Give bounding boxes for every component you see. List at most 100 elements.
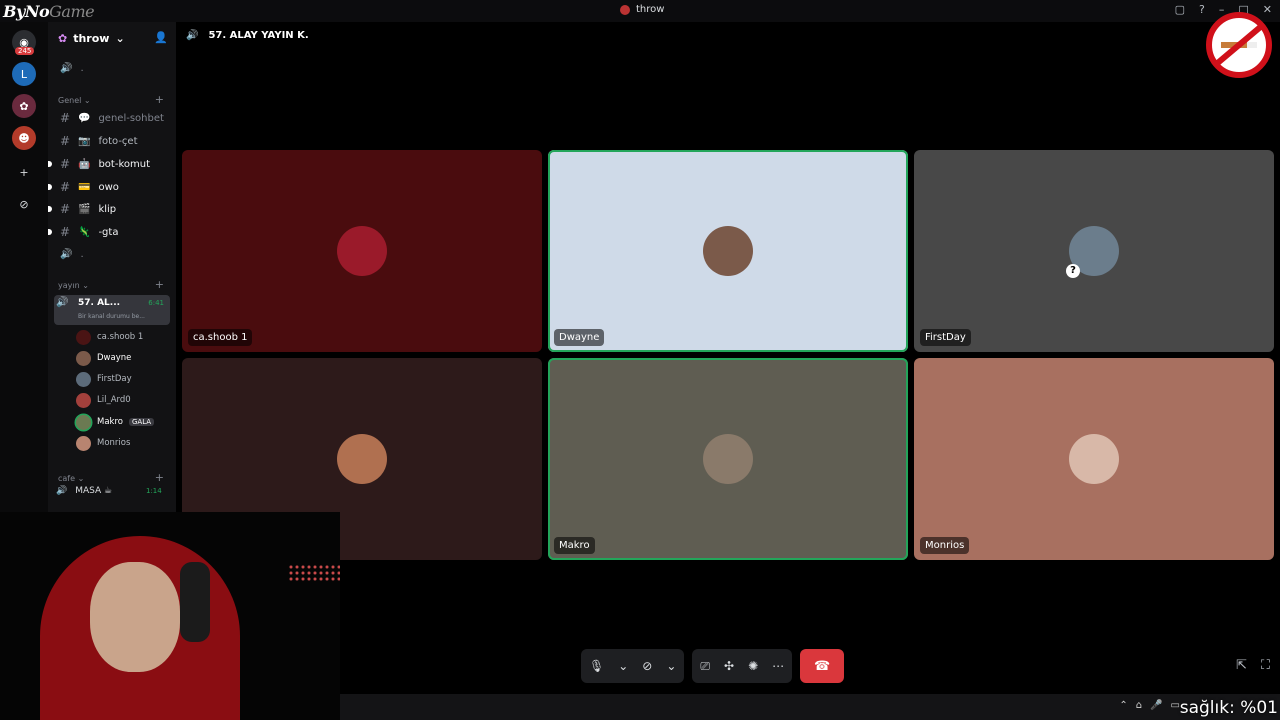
voice-channel[interactable]: 🔊.: [48, 58, 176, 78]
speaker-icon: 🔊: [56, 486, 68, 496]
add-channel-icon[interactable]: +: [155, 93, 164, 106]
avatar: [76, 350, 91, 366]
participant-name: FirstDay: [920, 329, 971, 346]
channel-item[interactable]: # 🦎 -gta: [48, 222, 176, 242]
channel-sidebar: ✿ throw ⌄ 👤 🔊. Genel ⌄ + # 💬 genel-sohbet #…: [48, 22, 176, 512]
minimize-button[interactable]: –: [1219, 3, 1225, 16]
server-header[interactable]: ✿ throw ⌄ 👤: [48, 22, 176, 54]
unread-indicator: [48, 206, 52, 212]
video-tile[interactable]: ? FirstDay: [914, 150, 1274, 352]
activities-icon[interactable]: ✣: [724, 659, 734, 673]
direct-messages-icon[interactable]: ◉ 245: [12, 30, 36, 55]
server-icon-throw[interactable]: ☻: [12, 126, 36, 150]
screen-share-icon[interactable]: ⎚: [700, 659, 710, 674]
title-bar: ByNoGame throw ▢ ? – □ ✕: [0, 0, 1280, 22]
webcam-face: [90, 562, 180, 672]
led-lights: [288, 564, 340, 582]
avatar: [337, 434, 387, 484]
view-controls: ⇱ ⛶: [1236, 658, 1270, 673]
unread-indicator: [48, 229, 52, 235]
camera-off-icon[interactable]: ⊘: [642, 659, 652, 673]
video-tile[interactable]: Monrios: [914, 358, 1274, 560]
channel-item[interactable]: # 💳 owo: [48, 177, 176, 197]
chevron-up-icon[interactable]: ⌃: [1119, 700, 1127, 711]
no-smoking-icon: [1206, 12, 1272, 78]
page-title: 57. ALAY YAYIN K.: [208, 30, 309, 41]
inbox-icon[interactable]: ▢: [1175, 3, 1185, 16]
system-tray: ⌃ ⌂ 🎤 ▭: [1119, 700, 1180, 711]
member-tag: GALA: [128, 418, 155, 426]
chevron-down-icon[interactable]: ⌄: [618, 659, 628, 673]
server-rail: ◉ 245 L ✿ ☻ + ⊘: [0, 22, 48, 512]
voice-member[interactable]: ca.shoob 1: [76, 327, 143, 347]
participant-name: Dwayne: [554, 329, 605, 346]
hash-icon: #: [60, 180, 71, 194]
category-genel[interactable]: Genel ⌄ +: [48, 90, 176, 110]
microphone-icon[interactable]: 🎤: [1150, 700, 1162, 711]
video-tile[interactable]: Makro: [548, 358, 908, 560]
microphone-icon[interactable]: 🎙: [589, 659, 604, 673]
add-channel-icon[interactable]: +: [155, 471, 164, 484]
soundboard-icon[interactable]: ✺: [748, 659, 758, 673]
disconnect-button[interactable]: ☎: [800, 649, 845, 683]
avatar: [703, 434, 753, 484]
window-controls: ▢ ? – □ ✕: [1175, 3, 1272, 16]
display-icon[interactable]: ▭: [1171, 700, 1180, 711]
participant-name: Makro: [554, 537, 595, 554]
avatar: [1069, 434, 1119, 484]
unread-indicator: [48, 161, 52, 167]
health-overlay: sağlık: %01: [1179, 698, 1278, 718]
channel-prefix: 💳: [78, 181, 91, 193]
voice-member[interactable]: Dwayne: [76, 348, 131, 368]
hash-icon: #: [60, 134, 71, 148]
avatar: [76, 392, 91, 408]
streamer-webcam: [0, 512, 340, 720]
participant-name: Monrios: [920, 537, 970, 554]
add-server-icon[interactable]: +: [12, 160, 36, 184]
voice-channel-masa[interactable]: 🔊 MASA ☕ 1:14: [56, 486, 162, 496]
server-name: throw: [73, 31, 110, 45]
voice-member[interactable]: FirstDay: [76, 369, 132, 389]
avatar: [703, 226, 753, 276]
hash-icon: #: [60, 225, 71, 239]
more-icon[interactable]: ⋯: [772, 659, 784, 673]
hash-icon: #: [60, 157, 71, 171]
channel-item[interactable]: # 💬 genel-sohbet: [48, 108, 176, 128]
voice-member[interactable]: Makro GALA: [76, 412, 155, 432]
headphones-icon: [180, 562, 210, 642]
category-cafe[interactable]: cafe ⌄ +: [48, 468, 176, 488]
add-channel-icon[interactable]: +: [155, 278, 164, 291]
category-yayin[interactable]: yayın ⌄ +: [48, 275, 176, 295]
invite-icon[interactable]: 👤: [154, 31, 168, 44]
active-voice-channel[interactable]: 🔊 57. AL... 6:41 Bir kanal durumu be...: [54, 295, 170, 325]
speaker-icon: 🔊: [60, 62, 73, 74]
video-tile[interactable]: ca.shoob 1: [182, 150, 542, 352]
unread-indicator: [48, 184, 52, 190]
server-icon[interactable]: L: [12, 62, 36, 86]
voice-channel[interactable]: 🔊.: [48, 244, 176, 264]
speaker-icon: 🔊: [60, 248, 73, 260]
voice-member[interactable]: Lil_Ard0: [76, 390, 131, 410]
speaker-icon: 🔊: [186, 30, 199, 41]
channel-item[interactable]: # 🤖 bot-komut: [48, 154, 176, 174]
avatar: [76, 329, 91, 345]
voice-member[interactable]: Monrios: [76, 433, 130, 453]
channel-prefix: 📷: [78, 135, 91, 147]
channel-prefix: 🤖: [78, 158, 91, 170]
speaker-icon: 🔊: [56, 297, 69, 308]
popout-icon[interactable]: ⇱: [1236, 658, 1247, 673]
server-icon[interactable]: ✿: [12, 94, 36, 118]
avatar: [76, 435, 91, 451]
taskbar: ⌃ ⌂ 🎤 ▭: [340, 694, 1280, 720]
call-controls: 🎙 ⌄ ⊘ ⌄ ⎚ ✣ ✺ ⋯ ☎: [581, 649, 845, 683]
channel-item[interactable]: # 🎬 klip: [48, 199, 176, 219]
participant-name: ca.shoob 1: [188, 329, 253, 346]
help-icon[interactable]: ?: [1199, 3, 1205, 16]
discover-icon[interactable]: ⊘: [12, 192, 36, 216]
video-tile[interactable]: Dwayne: [548, 150, 908, 352]
close-button[interactable]: ✕: [1263, 3, 1272, 16]
network-icon[interactable]: ⌂: [1136, 700, 1142, 711]
channel-item[interactable]: # 📷 foto-çet: [48, 131, 176, 151]
chevron-down-icon[interactable]: ⌄: [666, 659, 676, 673]
fullscreen-icon[interactable]: ⛶: [1261, 658, 1270, 673]
